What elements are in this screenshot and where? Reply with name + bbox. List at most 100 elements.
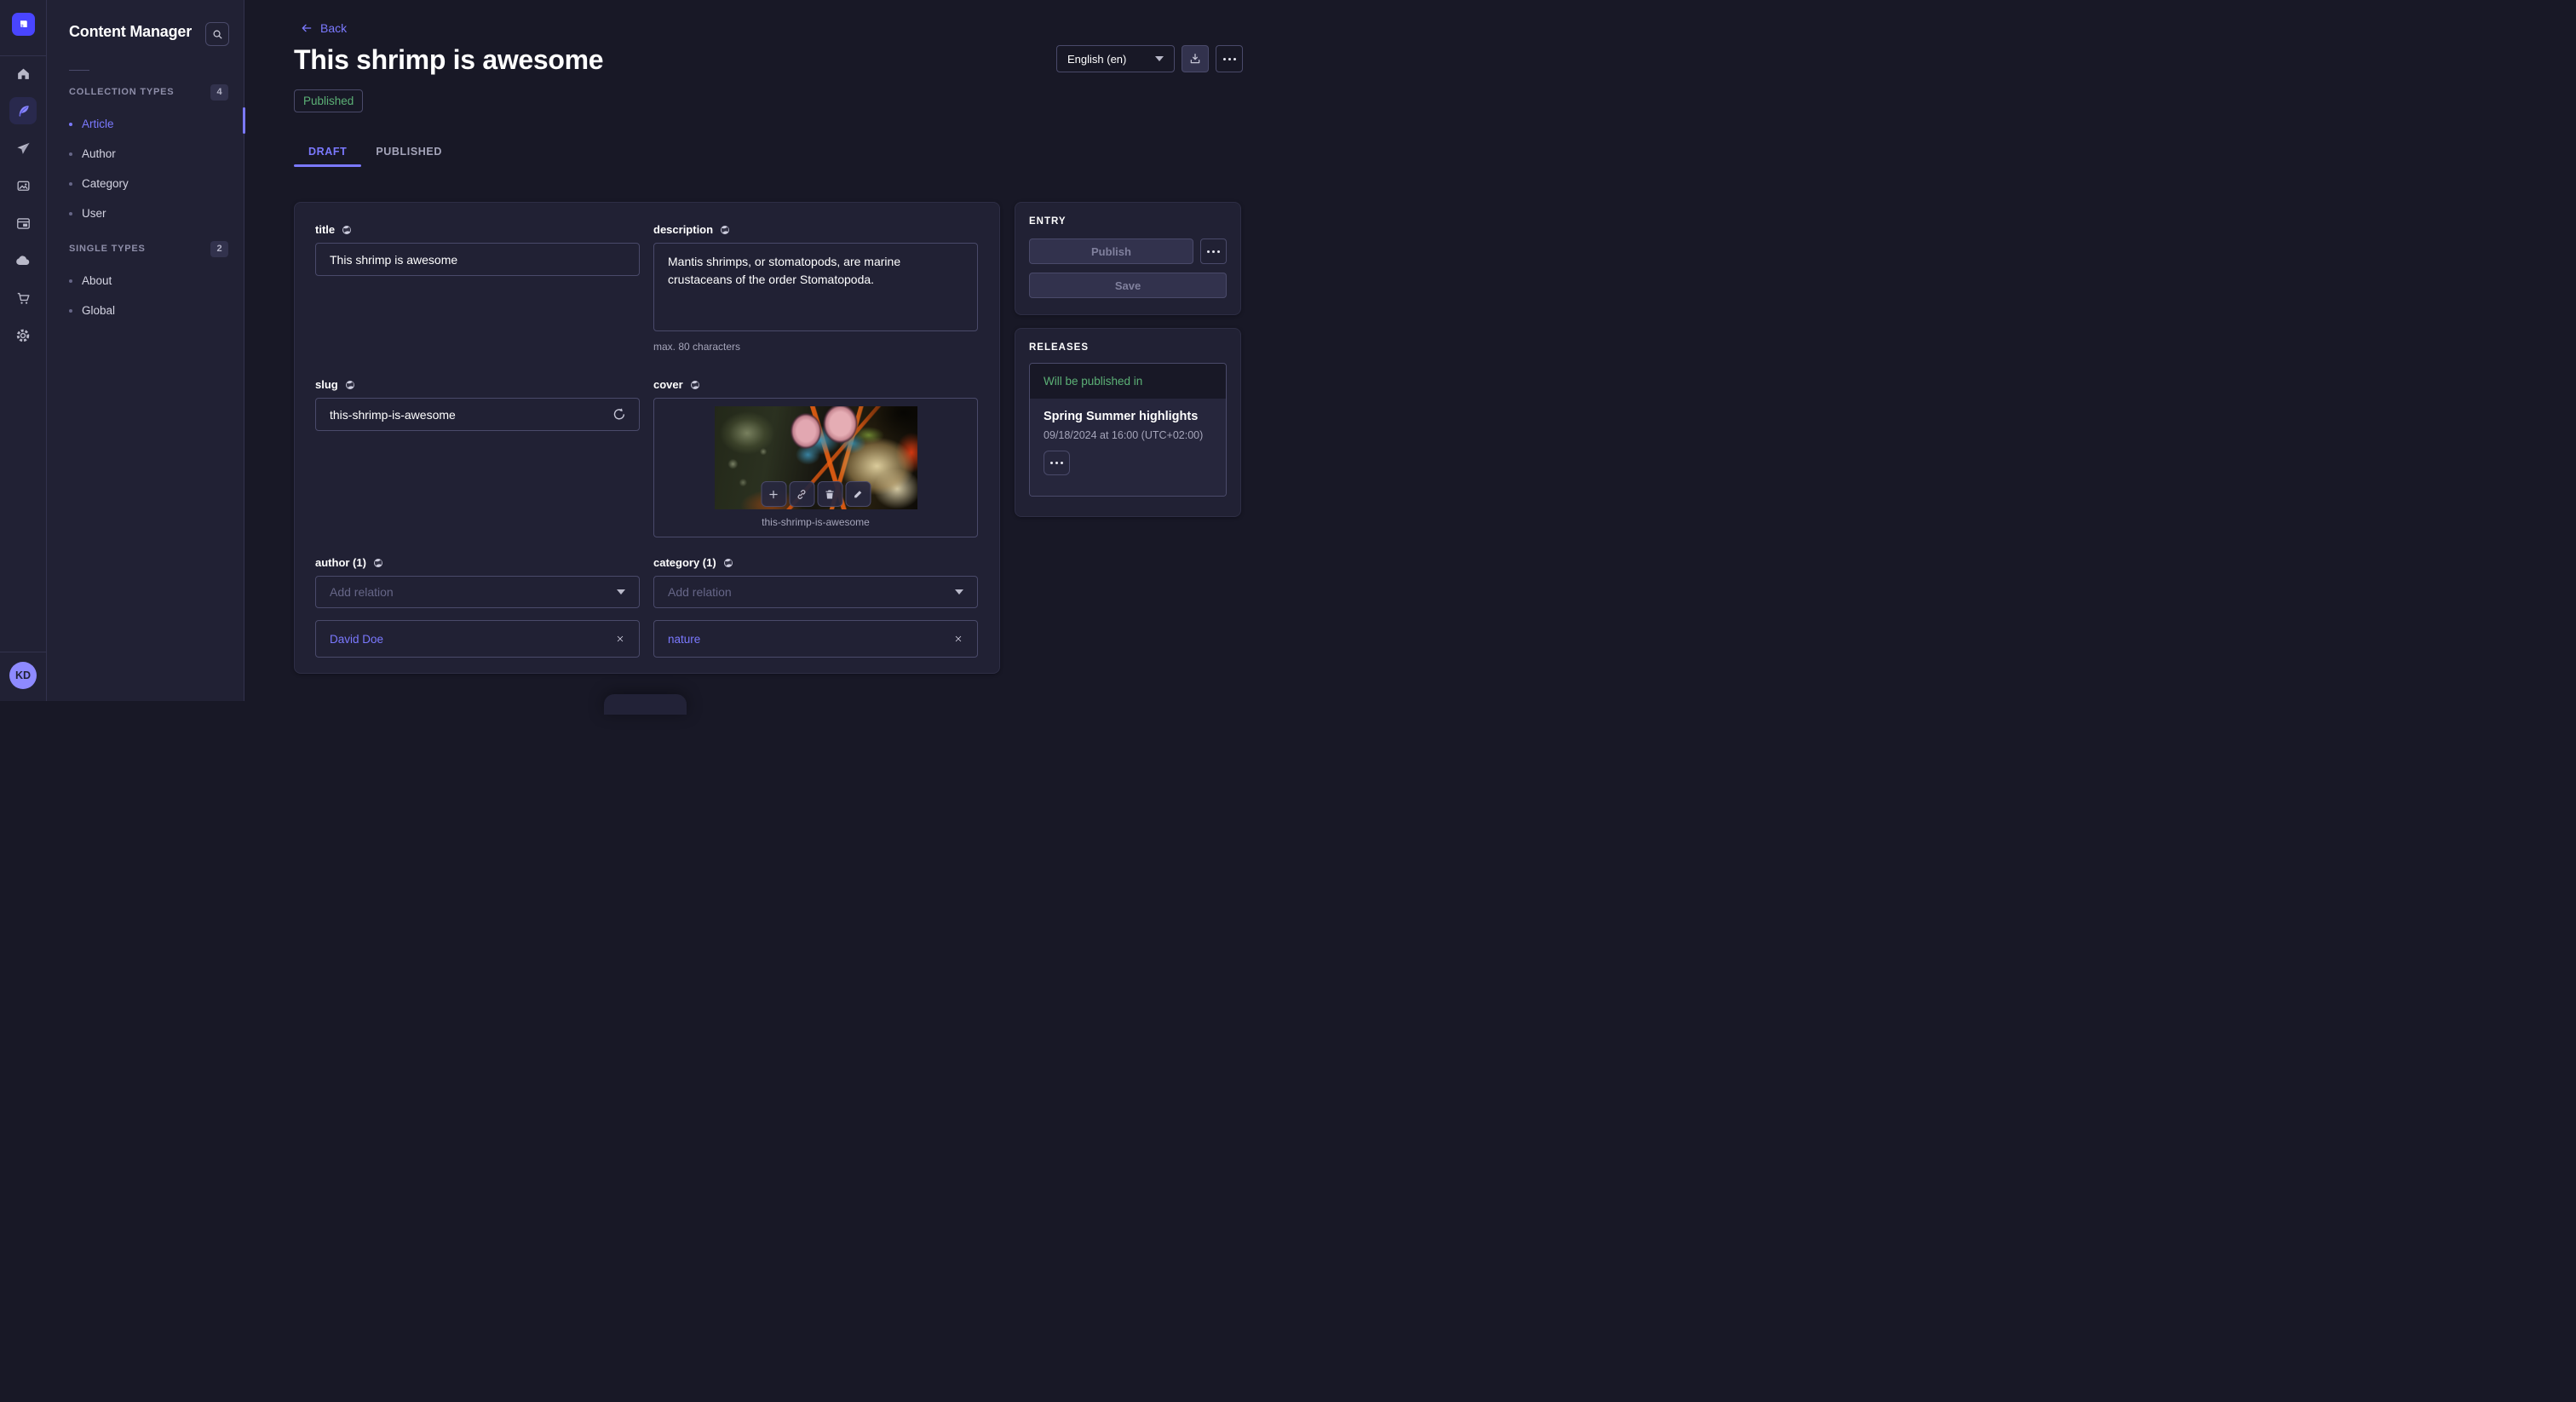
regenerate-icon bbox=[611, 406, 628, 423]
cover-toolbar bbox=[761, 481, 871, 507]
release-card: Will be published in Spring Summer highl… bbox=[1029, 363, 1227, 497]
back-label: Back bbox=[320, 21, 347, 35]
edit-media-button[interactable] bbox=[845, 481, 871, 507]
tab-label: PUBLISHED bbox=[376, 146, 442, 158]
bottom-sheet-peek[interactable] bbox=[604, 694, 687, 715]
relation-placeholder: Add relation bbox=[668, 585, 732, 599]
paper-plane-icon[interactable] bbox=[9, 135, 37, 162]
locale-globe-icon bbox=[344, 379, 356, 391]
category-relation-chip[interactable]: nature bbox=[653, 620, 978, 658]
author-field-label: author (1) bbox=[315, 556, 366, 570]
chevron-down-icon bbox=[617, 589, 625, 595]
sidebar: Content Manager COLLECTION TYPES 4 Artic… bbox=[47, 0, 244, 701]
download-button[interactable] bbox=[1182, 45, 1209, 72]
releases-panel: RELEASES Will be published in Spring Sum… bbox=[1015, 328, 1241, 517]
home-icon[interactable] bbox=[9, 60, 37, 87]
search-button[interactable] bbox=[205, 22, 229, 46]
tab-draft[interactable]: DRAFT bbox=[294, 136, 361, 167]
rail-divider bbox=[0, 55, 46, 56]
link-icon bbox=[796, 488, 808, 501]
bullet-icon bbox=[69, 152, 72, 156]
edit-icon bbox=[852, 488, 865, 501]
media-library-icon[interactable] bbox=[9, 172, 37, 199]
sidebar-nav: COLLECTION TYPES 4 Article Author Catego… bbox=[69, 78, 228, 330]
header-actions: English (en) bbox=[1056, 45, 1243, 72]
back-link[interactable]: Back bbox=[300, 21, 347, 35]
field-author: author (1) Add relation David Doe bbox=[315, 556, 640, 658]
locale-globe-icon bbox=[689, 379, 701, 391]
description-hint: max. 80 characters bbox=[653, 341, 978, 353]
more-icon bbox=[1223, 58, 1236, 60]
slug-input[interactable] bbox=[315, 398, 640, 431]
field-cover: cover bbox=[653, 378, 978, 537]
relation-name: nature bbox=[668, 633, 700, 646]
sidebar-item-author[interactable]: Author bbox=[69, 139, 228, 169]
avatar-initials: KD bbox=[15, 669, 31, 681]
search-icon bbox=[211, 28, 224, 41]
locale-globe-icon bbox=[722, 557, 734, 569]
gear-icon[interactable] bbox=[9, 322, 37, 349]
sidebar-item-global[interactable]: Global bbox=[69, 296, 228, 325]
sidebar-item-label: User bbox=[82, 207, 106, 220]
slug-field-label: slug bbox=[315, 378, 338, 392]
layout-icon[interactable] bbox=[9, 210, 37, 237]
nav-rail: KD bbox=[0, 0, 47, 701]
sidebar-item-user[interactable]: User bbox=[69, 198, 228, 228]
title-field-label: title bbox=[315, 223, 335, 237]
category-field-label: category (1) bbox=[653, 556, 716, 570]
locale-value: English (en) bbox=[1067, 53, 1126, 66]
publish-button[interactable]: Publish bbox=[1029, 238, 1193, 264]
description-textarea[interactable]: Mantis shrimps, or stomatopods, are mari… bbox=[653, 243, 978, 331]
delete-media-button[interactable] bbox=[817, 481, 842, 507]
bullet-icon bbox=[69, 182, 72, 186]
entry-panel-title: ENTRY bbox=[1029, 216, 1227, 227]
release-more-button[interactable] bbox=[1044, 451, 1070, 475]
entry-panel: ENTRY Publish Save bbox=[1015, 202, 1241, 315]
sidebar-item-label: About bbox=[82, 274, 112, 287]
locale-select[interactable]: English (en) bbox=[1056, 45, 1175, 72]
remove-relation-button[interactable] bbox=[953, 634, 963, 644]
title-input[interactable] bbox=[315, 243, 640, 276]
entry-more-button[interactable] bbox=[1200, 238, 1227, 264]
tab-published[interactable]: PUBLISHED bbox=[361, 136, 457, 167]
avatar[interactable]: KD bbox=[9, 662, 37, 689]
sidebar-item-label: Author bbox=[82, 147, 116, 160]
add-media-button[interactable] bbox=[761, 481, 786, 507]
bullet-icon bbox=[69, 212, 72, 215]
more-icon bbox=[1207, 250, 1220, 253]
cover-field-label: cover bbox=[653, 378, 683, 392]
sidebar-item-category[interactable]: Category bbox=[69, 169, 228, 198]
description-field-label: description bbox=[653, 223, 713, 237]
chevron-down-icon bbox=[1155, 56, 1164, 61]
author-relation-chip[interactable]: David Doe bbox=[315, 620, 640, 658]
section-label-single-types: SINGLE TYPES bbox=[69, 244, 146, 254]
sidebar-divider bbox=[69, 70, 89, 71]
sidebar-item-label: Category bbox=[82, 177, 129, 190]
regenerate-slug-button[interactable] bbox=[611, 405, 630, 424]
author-relation-select[interactable]: Add relation bbox=[315, 576, 640, 608]
sidebar-item-article[interactable]: Article bbox=[69, 109, 228, 139]
feather-icon[interactable] bbox=[9, 97, 37, 124]
tab-label: DRAFT bbox=[308, 146, 347, 158]
sidebar-item-about[interactable]: About bbox=[69, 266, 228, 296]
add-icon bbox=[768, 488, 780, 501]
close-icon bbox=[615, 634, 625, 644]
cloud-icon[interactable] bbox=[9, 247, 37, 274]
cart-icon[interactable] bbox=[9, 284, 37, 312]
field-title: title bbox=[315, 223, 640, 353]
header-more-button[interactable] bbox=[1216, 45, 1243, 72]
sidebar-item-label: Global bbox=[82, 304, 115, 317]
bullet-icon bbox=[69, 279, 72, 283]
remove-relation-button[interactable] bbox=[615, 634, 625, 644]
save-button[interactable]: Save bbox=[1029, 273, 1227, 298]
locale-globe-icon bbox=[341, 224, 353, 236]
category-relation-select[interactable]: Add relation bbox=[653, 576, 978, 608]
cover-image[interactable] bbox=[715, 406, 917, 509]
version-tabs: DRAFT PUBLISHED bbox=[294, 136, 457, 167]
strapi-logo[interactable] bbox=[12, 13, 35, 36]
collection-types-count-badge: 4 bbox=[210, 84, 228, 101]
copy-link-button[interactable] bbox=[789, 481, 814, 507]
download-icon bbox=[1188, 52, 1202, 66]
arrow-left-icon bbox=[300, 21, 313, 35]
relation-name: David Doe bbox=[330, 633, 383, 646]
